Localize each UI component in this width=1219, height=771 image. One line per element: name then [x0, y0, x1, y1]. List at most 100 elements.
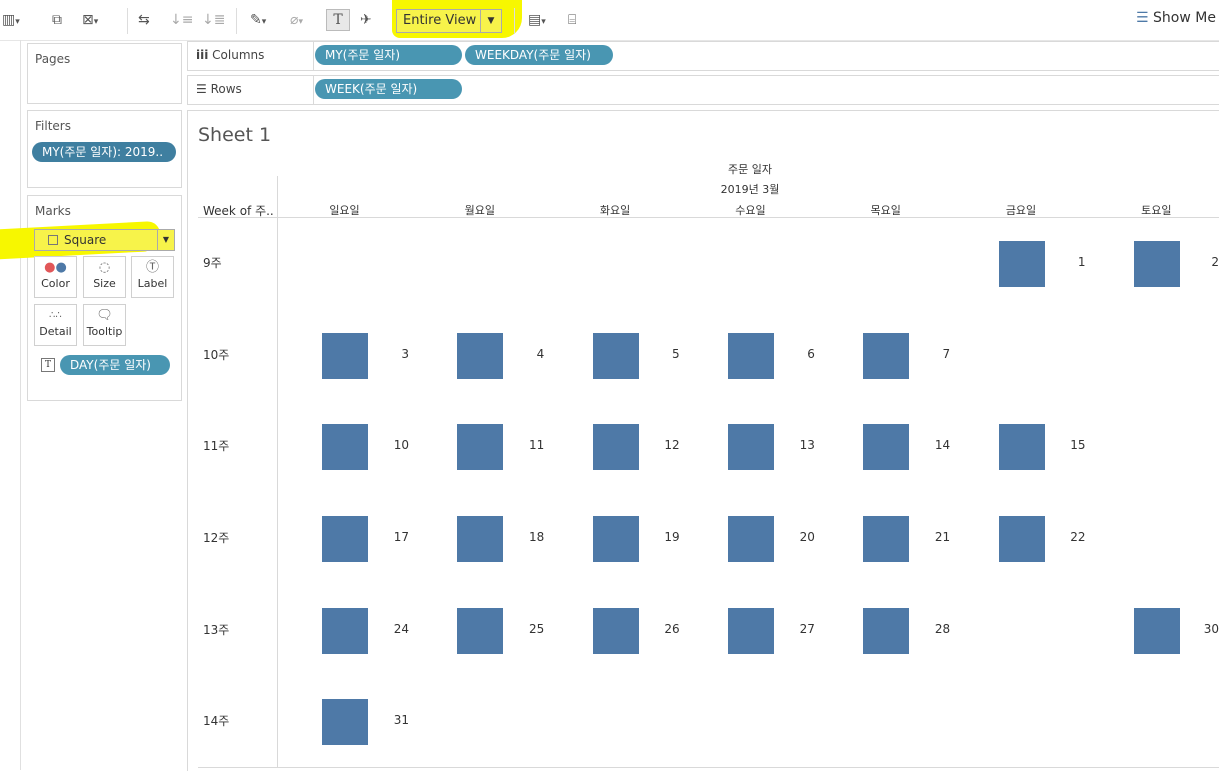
marks-title: Marks [35, 204, 71, 218]
day-mark-square[interactable] [998, 424, 1045, 471]
day-mark-label: 17 [393, 529, 409, 544]
week-row-label[interactable]: 14주 [203, 712, 229, 729]
fix-axes-pin-icon[interactable]: ✈ [360, 10, 372, 30]
view-size-select[interactable]: Entire View ▼ [396, 9, 502, 33]
left-collapsed-panel [0, 40, 21, 770]
day-mark-square[interactable] [592, 515, 639, 562]
show-me-icon: ☰ [1136, 10, 1149, 26]
week-row-label[interactable]: 9주 [203, 254, 222, 271]
color-dots-icon: ●● [44, 260, 67, 275]
day-mark-square[interactable] [1133, 240, 1180, 287]
toolbar: ▥▾ ⧉ ⊠▾ ⇆ ↓≡ ↓≣ ✎▾ ⌀▾ T ✈ Entire View ▼ … [0, 0, 1219, 41]
day-mark-square[interactable] [457, 607, 504, 654]
day-mark-square[interactable] [727, 424, 774, 471]
day-mark-square[interactable] [863, 607, 910, 654]
day-mark-square[interactable] [863, 515, 910, 562]
pages-title: Pages [35, 52, 71, 66]
marks-label-button[interactable]: Ⓣ Label [131, 256, 174, 298]
show-cards-icon[interactable]: ▤▾ [528, 10, 546, 30]
weekday-header[interactable]: 수요일 [693, 202, 808, 218]
columns-icon: iii [196, 48, 209, 62]
day-mark-square[interactable] [592, 332, 639, 379]
highlight-icon[interactable]: ✎▾ [250, 10, 266, 30]
group-paperclip-icon[interactable]: ⌀▾ [290, 10, 303, 30]
day-mark-label: 21 [934, 529, 951, 544]
day-mark-square[interactable] [998, 240, 1045, 287]
day-mark-square[interactable] [863, 424, 910, 471]
sort-descending-icon[interactable]: ↓≣ [202, 10, 225, 30]
weekday-header[interactable]: 월요일 [422, 202, 537, 218]
day-mark-label: 11 [529, 438, 545, 453]
new-worksheet-icon[interactable]: ▥▾ [2, 10, 20, 30]
columns-shelf-label: iii Columns [196, 48, 265, 62]
day-mark-label: 31 [393, 713, 409, 728]
day-mark-square[interactable] [863, 332, 910, 379]
marks-color-button[interactable]: ●● Color [34, 256, 77, 298]
weekday-header[interactable]: 일요일 [287, 202, 402, 218]
day-mark-label: 20 [799, 529, 815, 544]
week-row-label[interactable]: 13주 [203, 621, 229, 638]
day-mark-square[interactable] [457, 332, 504, 379]
day-mark-label: 4 [536, 346, 545, 361]
day-mark-square[interactable] [322, 332, 368, 379]
filter-pill-my[interactable]: MY(주문 일자): 2019.. [32, 142, 176, 162]
day-mark-square[interactable] [998, 515, 1045, 562]
columns-pill-my[interactable]: MY(주문 일자) [315, 45, 462, 65]
day-mark-square[interactable] [1133, 607, 1180, 654]
day-mark-label: 14 [934, 438, 951, 453]
chevron-down-icon[interactable]: ▼ [157, 230, 174, 250]
day-mark-square[interactable] [322, 699, 368, 746]
sort-ascending-icon[interactable]: ↓≡ [170, 10, 193, 30]
mark-type-select[interactable]: Square ▼ [34, 229, 175, 251]
day-mark-label: 27 [799, 621, 815, 636]
weekday-header[interactable]: 목요일 [828, 202, 943, 218]
day-mark-label: 5 [671, 346, 680, 361]
marks-size-button[interactable]: ◌ Size [83, 256, 126, 298]
header-order-date: 주문 일자 [728, 163, 772, 176]
bottom-divider [198, 767, 1219, 768]
day-mark-label: 2 [1211, 254, 1219, 269]
show-me-button[interactable]: ☰ Show Me [1136, 10, 1216, 26]
duplicate-sheet-icon[interactable]: ⧉ [52, 10, 62, 30]
week-row-label[interactable]: 12주 [203, 529, 229, 546]
day-mark-label: 6 [807, 346, 815, 361]
square-icon [48, 235, 58, 245]
weekday-header[interactable]: 화요일 [558, 202, 673, 218]
day-mark-square[interactable] [457, 515, 504, 562]
day-mark-label: 3 [401, 346, 409, 361]
columns-pill-weekday[interactable]: WEEKDAY(주문 일자) [465, 45, 613, 65]
day-mark-square[interactable] [322, 607, 368, 654]
day-mark-square[interactable] [727, 515, 774, 562]
swap-rows-columns-icon[interactable]: ⇆ [138, 10, 150, 30]
rows-shelf-label: ☰ Rows [196, 82, 242, 96]
presentation-mode-icon[interactable]: ⌸ [568, 10, 576, 30]
marks-size-label: Size [93, 277, 116, 290]
day-mark-square[interactable] [592, 424, 639, 471]
week-row-label[interactable]: 10주 [203, 346, 229, 363]
size-lasso-icon: ◌ [98, 260, 111, 275]
day-mark-square[interactable] [727, 332, 774, 379]
weekday-header[interactable]: 금요일 [964, 202, 1079, 218]
marks-tooltip-button[interactable]: 🗨 Tooltip [83, 304, 126, 346]
day-mark-label: 19 [664, 529, 680, 544]
day-mark-square[interactable] [592, 607, 639, 654]
shelf-divider [313, 76, 314, 104]
chevron-down-icon[interactable]: ▼ [480, 10, 501, 32]
day-mark-square[interactable] [457, 424, 504, 471]
filters-title: Filters [35, 119, 71, 133]
day-mark-label: 7 [942, 346, 951, 361]
day-mark-square[interactable] [322, 515, 368, 562]
day-mark-square[interactable] [322, 424, 368, 471]
marks-detail-label: Detail [39, 325, 72, 338]
detail-dots-icon: ∴∴ [49, 310, 62, 321]
day-mark-square[interactable] [727, 607, 774, 654]
show-mark-labels-icon[interactable]: T [326, 9, 350, 31]
clear-sheet-icon[interactable]: ⊠▾ [82, 10, 98, 30]
week-row-label[interactable]: 11주 [203, 437, 229, 454]
pages-card[interactable]: Pages [27, 43, 182, 104]
day-mark-label: 12 [664, 438, 680, 453]
rows-pill-week[interactable]: WEEK(주문 일자) [315, 79, 462, 99]
weekday-header[interactable]: 토요일 [1099, 202, 1214, 218]
marks-label-pill[interactable]: DAY(주문 일자) [60, 355, 170, 375]
marks-detail-button[interactable]: ∴∴ Detail [34, 304, 77, 346]
